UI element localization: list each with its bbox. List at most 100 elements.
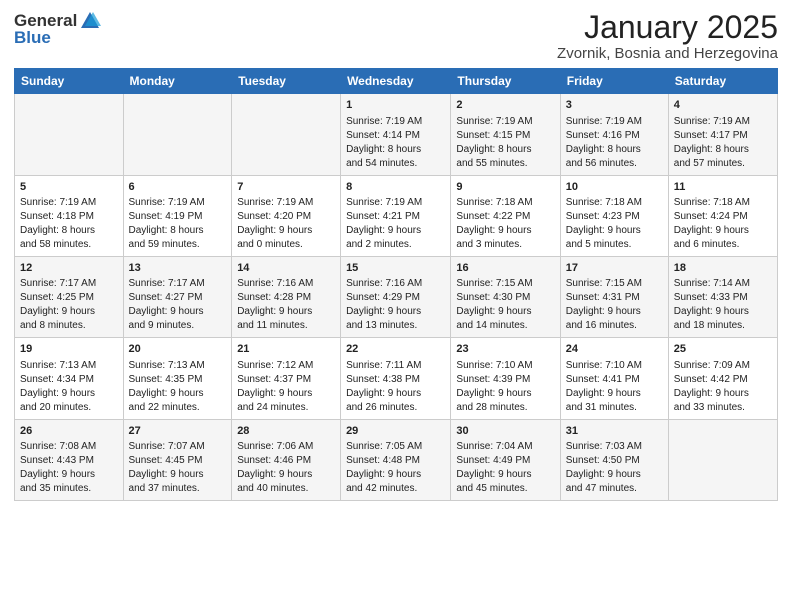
- day-number: 2: [456, 98, 554, 113]
- weekday-header-sunday: Sunday: [15, 69, 124, 94]
- cell-content-line: and 22 minutes.: [129, 401, 227, 415]
- cell-content-line: Sunrise: 7:16 AM: [237, 277, 335, 291]
- cell-content-line: Sunset: 4:46 PM: [237, 454, 335, 468]
- cell-content-line: Sunset: 4:41 PM: [566, 373, 663, 387]
- day-number: 30: [456, 424, 554, 439]
- cell-content-line: Daylight: 8 hours: [456, 143, 554, 157]
- weekday-header-friday: Friday: [560, 69, 668, 94]
- cell-content-line: Sunset: 4:49 PM: [456, 454, 554, 468]
- cell-content-line: and 14 minutes.: [456, 319, 554, 333]
- cell-content-line: Sunset: 4:30 PM: [456, 291, 554, 305]
- cell-content-line: and 31 minutes.: [566, 401, 663, 415]
- cell-content-line: Daylight: 9 hours: [20, 305, 118, 319]
- cell-content-line: and 24 minutes.: [237, 401, 335, 415]
- cell-content-line: Sunset: 4:14 PM: [346, 129, 445, 143]
- day-number: 12: [20, 261, 118, 276]
- day-number: 18: [674, 261, 772, 276]
- cell-content-line: Sunrise: 7:07 AM: [129, 440, 227, 454]
- logo: General Blue: [14, 10, 101, 47]
- cell-content-line: Sunrise: 7:17 AM: [20, 277, 118, 291]
- cell-content-line: and 8 minutes.: [20, 319, 118, 333]
- calendar-cell: 3Sunrise: 7:19 AMSunset: 4:16 PMDaylight…: [560, 94, 668, 175]
- cell-content-line: Sunrise: 7:03 AM: [566, 440, 663, 454]
- cell-content-line: and 11 minutes.: [237, 319, 335, 333]
- cell-content-line: Daylight: 9 hours: [346, 305, 445, 319]
- weekday-header-monday: Monday: [123, 69, 232, 94]
- cell-content-line: Sunset: 4:22 PM: [456, 210, 554, 224]
- calendar-cell: 26Sunrise: 7:08 AMSunset: 4:43 PMDayligh…: [15, 419, 124, 500]
- cell-content-line: Daylight: 9 hours: [129, 305, 227, 319]
- cell-content-line: Sunset: 4:18 PM: [20, 210, 118, 224]
- cell-content-line: Sunrise: 7:05 AM: [346, 440, 445, 454]
- logo-blue-text: Blue: [14, 29, 101, 47]
- cell-content-line: Sunrise: 7:19 AM: [566, 115, 663, 129]
- cell-content-line: Sunrise: 7:19 AM: [674, 115, 772, 129]
- calendar-cell: 21Sunrise: 7:12 AMSunset: 4:37 PMDayligh…: [232, 338, 341, 419]
- cell-content-line: and 6 minutes.: [674, 238, 772, 252]
- cell-content-line: Daylight: 9 hours: [456, 224, 554, 238]
- day-number: 28: [237, 424, 335, 439]
- day-number: 10: [566, 180, 663, 195]
- cell-content-line: Sunset: 4:35 PM: [129, 373, 227, 387]
- cell-content-line: Daylight: 9 hours: [129, 387, 227, 401]
- cell-content-line: Daylight: 8 hours: [20, 224, 118, 238]
- cell-content-line: Daylight: 9 hours: [674, 387, 772, 401]
- cell-content-line: Sunset: 4:38 PM: [346, 373, 445, 387]
- day-number: 24: [566, 342, 663, 357]
- cell-content-line: Sunrise: 7:19 AM: [237, 196, 335, 210]
- calendar-cell: 16Sunrise: 7:15 AMSunset: 4:30 PMDayligh…: [451, 256, 560, 337]
- calendar-cell: 27Sunrise: 7:07 AMSunset: 4:45 PMDayligh…: [123, 419, 232, 500]
- cell-content-line: Sunrise: 7:19 AM: [346, 115, 445, 129]
- day-number: 17: [566, 261, 663, 276]
- calendar-table: SundayMondayTuesdayWednesdayThursdayFrid…: [14, 68, 778, 501]
- cell-content-line: Sunrise: 7:12 AM: [237, 359, 335, 373]
- day-number: 16: [456, 261, 554, 276]
- day-number: 14: [237, 261, 335, 276]
- cell-content-line: Sunset: 4:48 PM: [346, 454, 445, 468]
- calendar-cell: [15, 94, 124, 175]
- cell-content-line: Sunset: 4:50 PM: [566, 454, 663, 468]
- weekday-header-tuesday: Tuesday: [232, 69, 341, 94]
- day-number: 29: [346, 424, 445, 439]
- cell-content-line: Sunrise: 7:16 AM: [346, 277, 445, 291]
- cell-content-line: Sunset: 4:15 PM: [456, 129, 554, 143]
- cell-content-line: and 54 minutes.: [346, 157, 445, 171]
- cell-content-line: Sunset: 4:34 PM: [20, 373, 118, 387]
- cell-content-line: Sunrise: 7:18 AM: [456, 196, 554, 210]
- cell-content-line: Sunrise: 7:19 AM: [20, 196, 118, 210]
- cell-content-line: and 33 minutes.: [674, 401, 772, 415]
- cell-content-line: and 55 minutes.: [456, 157, 554, 171]
- cell-content-line: Daylight: 8 hours: [129, 224, 227, 238]
- day-number: 22: [346, 342, 445, 357]
- cell-content-line: and 37 minutes.: [129, 482, 227, 496]
- calendar-cell: 28Sunrise: 7:06 AMSunset: 4:46 PMDayligh…: [232, 419, 341, 500]
- cell-content-line: and 5 minutes.: [566, 238, 663, 252]
- cell-content-line: and 28 minutes.: [456, 401, 554, 415]
- calendar-cell: 2 Sunrise: 7:19 AMSunset: 4:15 PMDaylight…: [451, 94, 560, 175]
- cell-content-line: Sunrise: 7:19 AM: [456, 115, 554, 129]
- cell-content-line: Sunrise: 7:18 AM: [674, 196, 772, 210]
- cell-content-line: Sunrise: 7:14 AM: [674, 277, 772, 291]
- day-number: 3: [566, 98, 663, 113]
- calendar-cell: 7Sunrise: 7:19 AMSunset: 4:20 PMDaylight…: [232, 175, 341, 256]
- cell-content-line: Sunset: 4:42 PM: [674, 373, 772, 387]
- weekday-header-saturday: Saturday: [668, 69, 777, 94]
- cell-content-line: Daylight: 9 hours: [237, 305, 335, 319]
- day-number: 4: [674, 98, 772, 113]
- calendar-cell: 17Sunrise: 7:15 AMSunset: 4:31 PMDayligh…: [560, 256, 668, 337]
- location-title: Zvornik, Bosnia and Herzegovina: [557, 45, 778, 62]
- calendar-cell: 15Sunrise: 7:16 AMSunset: 4:29 PMDayligh…: [341, 256, 451, 337]
- cell-content-line: Daylight: 9 hours: [346, 387, 445, 401]
- calendar-cell: 30Sunrise: 7:04 AMSunset: 4:49 PMDayligh…: [451, 419, 560, 500]
- cell-content-line: Sunset: 4:21 PM: [346, 210, 445, 224]
- cell-content-line: Daylight: 9 hours: [674, 305, 772, 319]
- cell-content-line: Sunset: 4:27 PM: [129, 291, 227, 305]
- calendar-cell: [668, 419, 777, 500]
- title-block: January 2025 Zvornik, Bosnia and Herzego…: [557, 10, 778, 62]
- cell-content-line: Sunset: 4:19 PM: [129, 210, 227, 224]
- cell-content-line: Sunset: 4:45 PM: [129, 454, 227, 468]
- cell-content-line: Daylight: 9 hours: [566, 305, 663, 319]
- cell-content-line: Daylight: 9 hours: [566, 387, 663, 401]
- cell-content-line: Sunset: 4:16 PM: [566, 129, 663, 143]
- cell-content-line: Daylight: 9 hours: [456, 468, 554, 482]
